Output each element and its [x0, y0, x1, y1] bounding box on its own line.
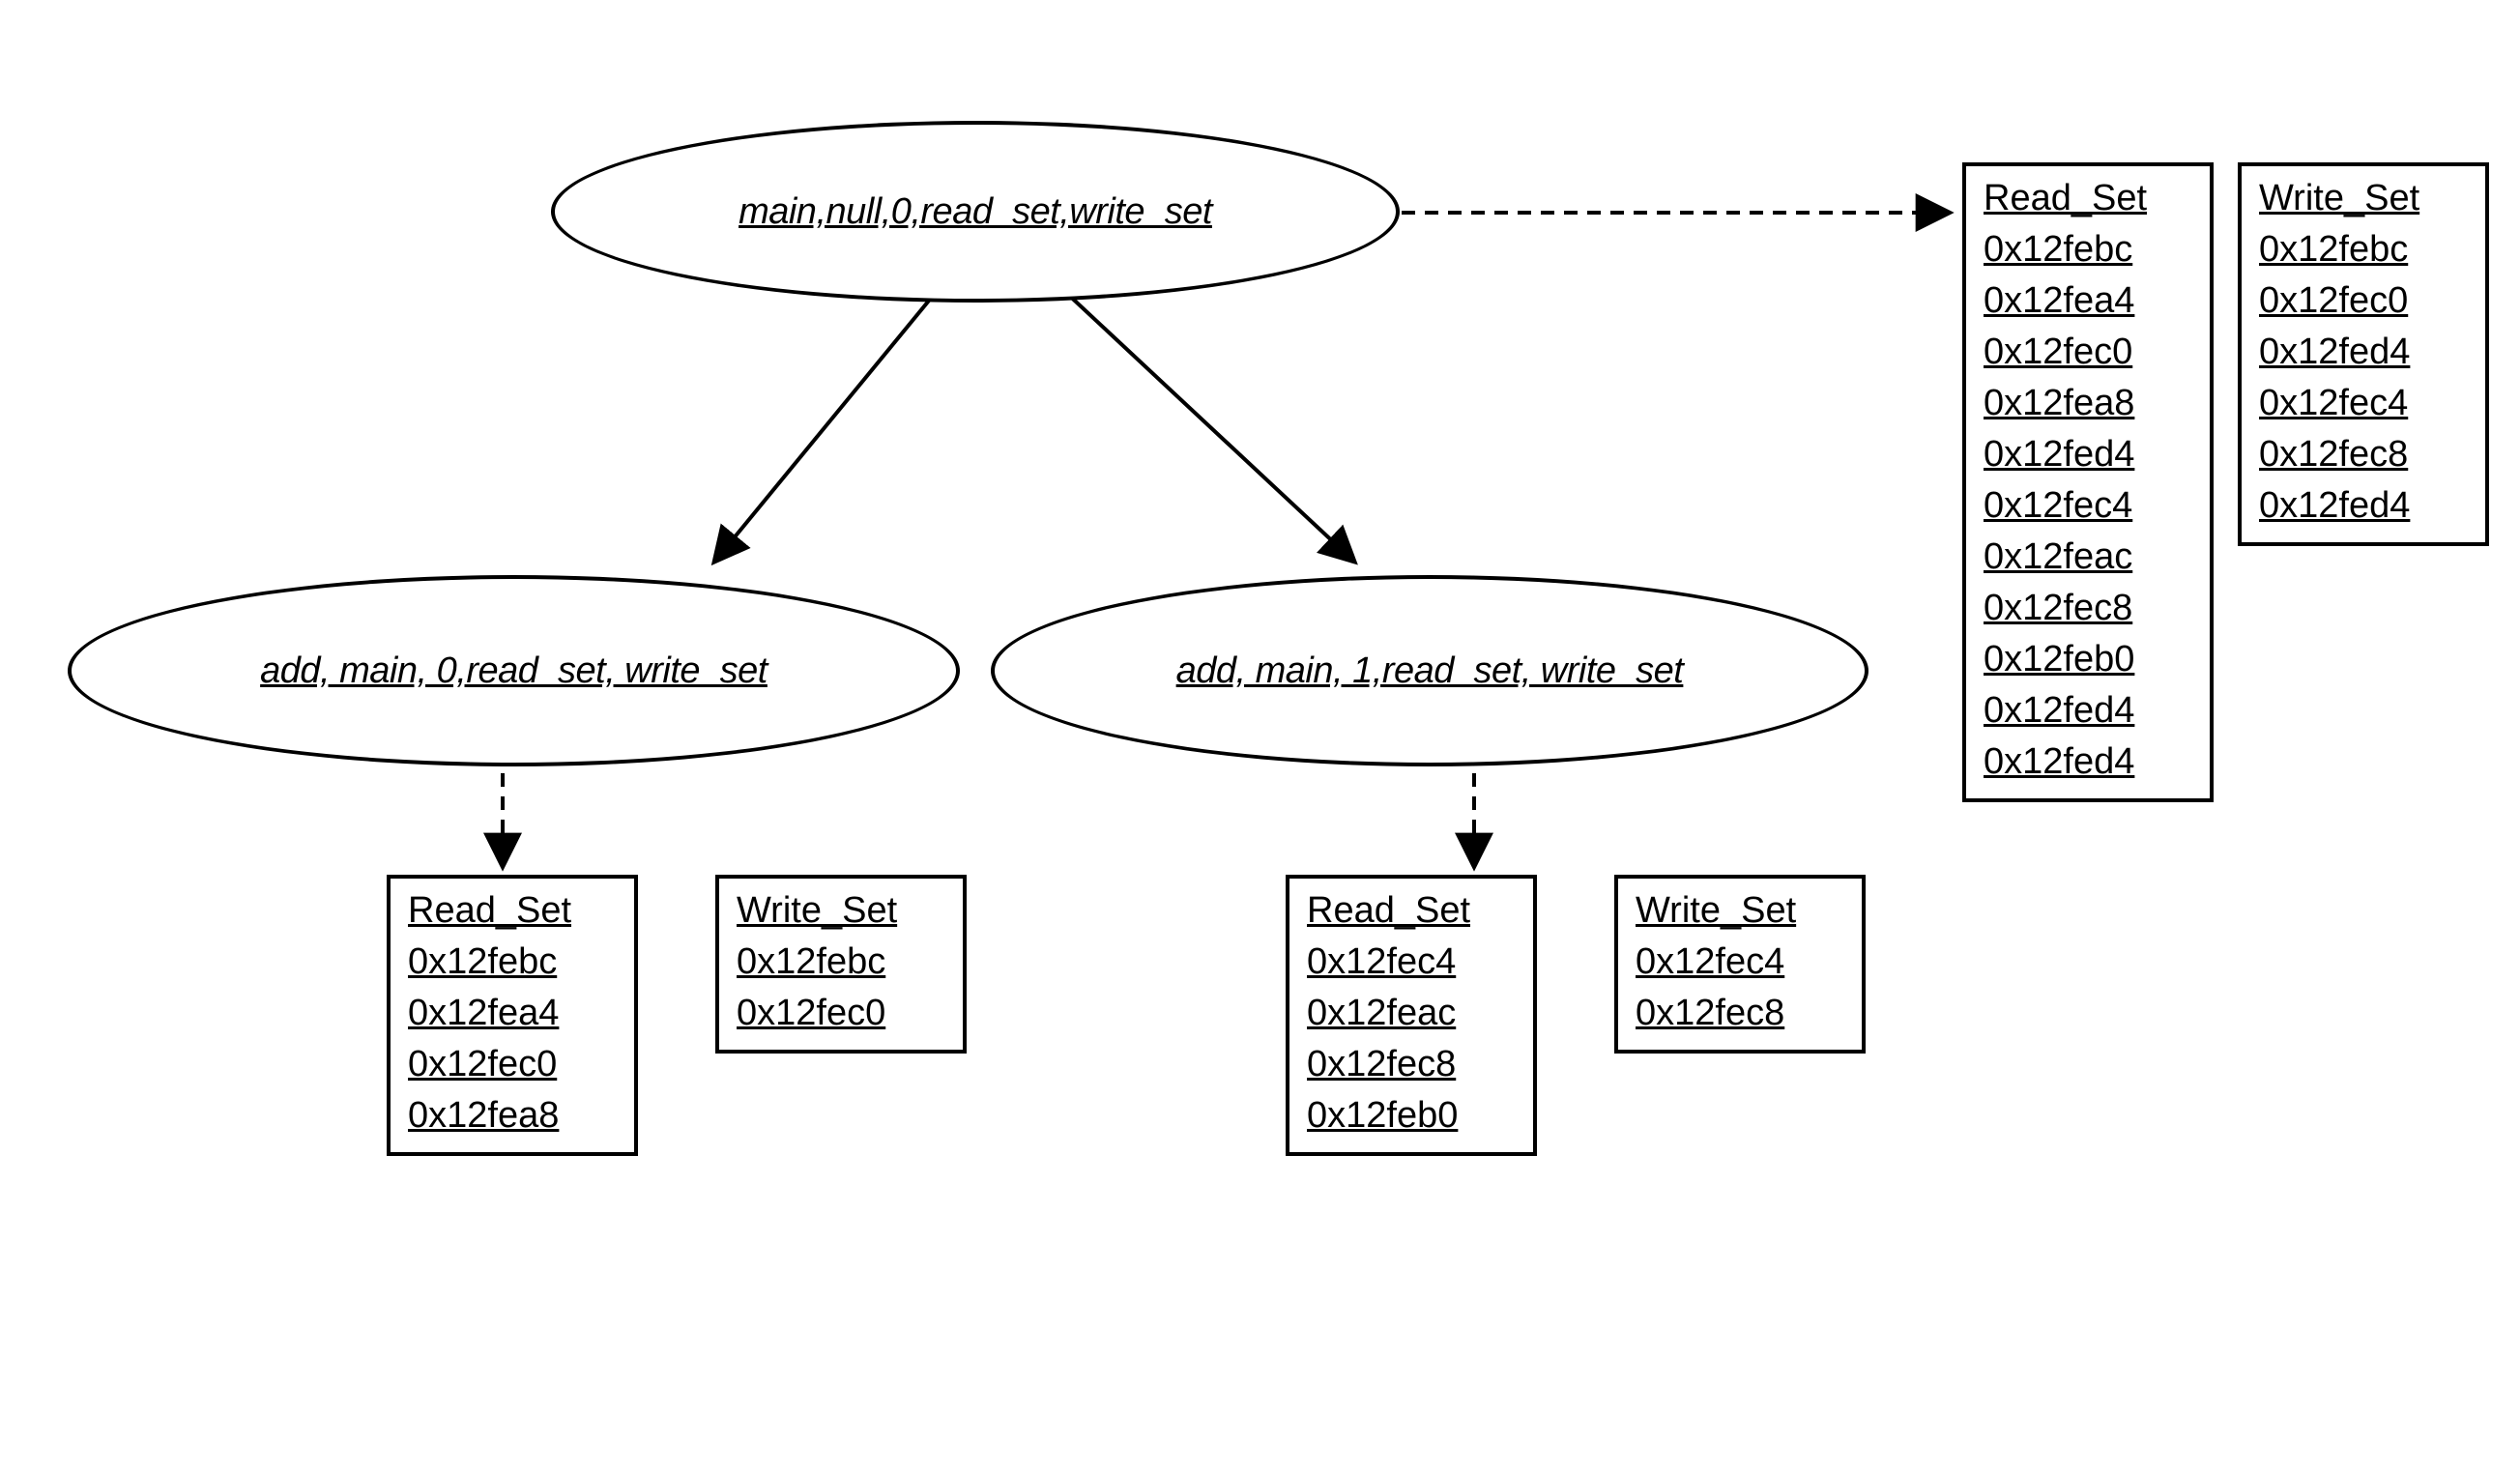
left-write-set-box: Write_Set 0x12febc 0x12fec0 [715, 875, 967, 1054]
addr-value: 0x12fec8 [1636, 993, 1844, 1034]
addr-value: 0x12feac [1984, 536, 2192, 578]
addr-value: 0x12fec8 [1984, 588, 2192, 629]
addr-value: 0x12febc [1984, 229, 2192, 271]
set-title: Read_Set [408, 890, 617, 932]
addr-value: 0x12fec4 [1307, 941, 1516, 983]
addr-value: 0x12fed4 [2259, 485, 2468, 527]
addr-value: 0x12fec4 [2259, 383, 2468, 424]
top-write-set-box: Write_Set 0x12febc0x12fec00x12fed40x12fe… [2238, 162, 2489, 546]
right-read-set-box: Read_Set 0x12fec4 0x12feac 0x12fec8 0x12feb… [1286, 875, 1537, 1156]
right-write-set-box: Write_Set 0x12fec4 0x12fec8 [1614, 875, 1866, 1054]
set-title: Read_Set [1307, 890, 1516, 932]
top-read-set-box: Read_Set 0x12febc 0x12fea4 0x12fec0 0x12fea… [1962, 162, 2214, 802]
addr-list: 0x12febc 0x12fec0 0x12fed4 0x12fec4 0x12fec8… [2259, 229, 2468, 527]
addr-value: 0x12fed4 [2259, 332, 2468, 373]
addr-value: 0x12fec8 [1307, 1044, 1516, 1085]
set-title: Write_Set [737, 890, 945, 932]
node-main: main,null,0,read_set,write_set [551, 121, 1400, 303]
addr-value: 0x12fed4 [1984, 690, 2192, 732]
node-add-0: add, main, 0,read_set, write_set [68, 575, 960, 766]
addr-list: 0x12febc 0x12fea4 0x12fec0 0x12fea8 [408, 941, 617, 1137]
addr-value: 0x12fec0 [408, 1044, 617, 1085]
addr-value: 0x12fed4 [1984, 434, 2192, 476]
addr-value: 0x12fec0 [737, 993, 945, 1034]
addr-value: 0x12fea8 [408, 1095, 617, 1137]
addr-list: 0x12fec4 0x12fec8 [1636, 941, 1844, 1034]
left-read-set-box: Read_Set 0x12febc 0x12fea4 0x12fec0 0x12fea… [387, 875, 638, 1156]
set-title: Read_Set [1984, 178, 2192, 219]
set-title: Write_Set [2259, 178, 2468, 219]
addr-value: 0x12febc [2259, 229, 2468, 271]
addr-value: 0x12febc [408, 941, 617, 983]
node-add-0-label: add, main, 0,read_set, write_set [260, 650, 768, 692]
addr-value: 0x12feb0 [1307, 1095, 1516, 1137]
addr-list: 0x12febc 0x12fea4 0x12fec0 0x12fea8 0x12fed4… [1984, 229, 2192, 783]
addr-value: 0x12fec4 [1636, 941, 1844, 983]
addr-list: 0x12fec4 0x12feac 0x12fec8 0x12feb0 [1307, 941, 1516, 1137]
addr-value: 0x12fea8 [1984, 383, 2192, 424]
addr-value: 0x12feac [1307, 993, 1516, 1034]
set-title: Write_Set [1636, 890, 1844, 932]
addr-value: 0x12fed4 [1984, 741, 2192, 783]
diagram-canvas: main,null,0,read_set,write_set add, main… [0, 0, 2520, 1473]
addr-value: 0x12fec4 [1984, 485, 2192, 527]
addr-list: 0x12febc 0x12fec0 [737, 941, 945, 1034]
addr-value: 0x12fea4 [1984, 280, 2192, 322]
addr-value: 0x12fec0 [2259, 280, 2468, 322]
addr-value: 0x12fea4 [408, 993, 617, 1034]
addr-value: 0x12fec0 [1984, 332, 2192, 373]
node-add-1: add, main, 1,read_set, write_set [991, 575, 1868, 766]
addr-value: 0x12febc [737, 941, 945, 983]
node-main-label: main,null,0,read_set,write_set [739, 191, 1212, 233]
addr-value: 0x12fec8 [2259, 434, 2468, 476]
node-add-1-label: add, main, 1,read_set, write_set [1176, 650, 1684, 692]
addr-value: 0x12feb0 [1984, 639, 2192, 680]
